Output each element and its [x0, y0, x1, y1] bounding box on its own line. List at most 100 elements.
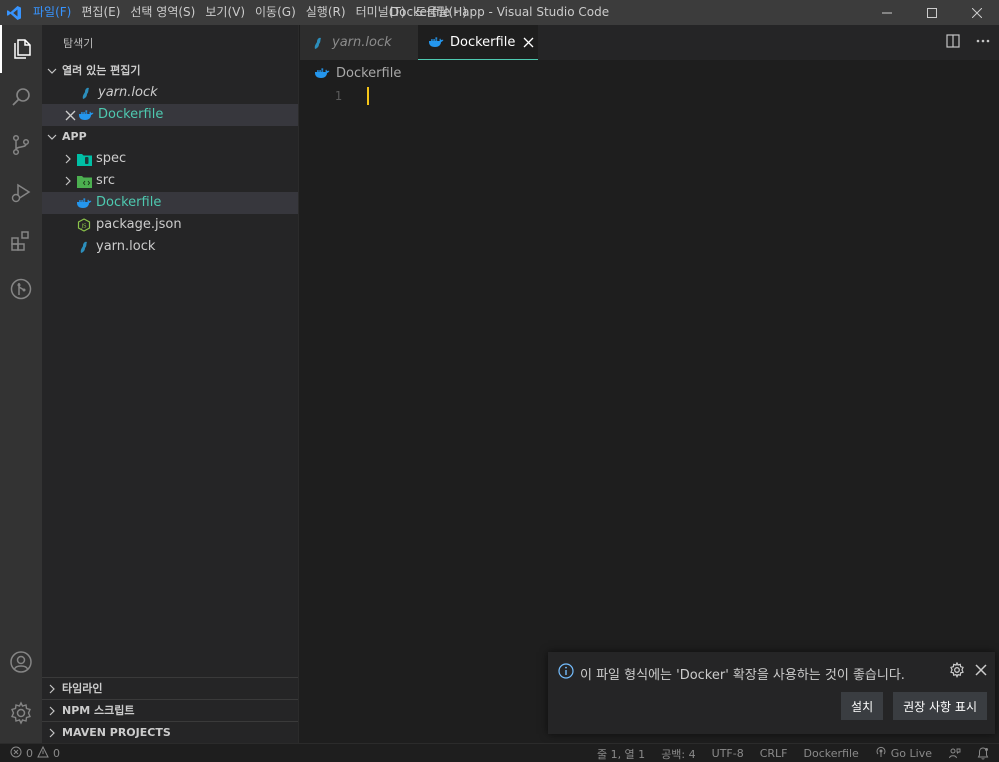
- close-icon: [971, 7, 982, 18]
- broadcast-icon: [875, 746, 887, 761]
- source-control-button[interactable]: [0, 121, 42, 169]
- error-icon: [10, 746, 22, 761]
- nodejs-icon: JS: [76, 217, 92, 233]
- problems-status[interactable]: 0 0: [0, 745, 60, 761]
- status-bar: 0 0 줄 1, 열 1 공백: 4 UTF-8 CRLF Dockerfile…: [0, 743, 999, 762]
- tree-item-label: spec: [96, 151, 127, 166]
- language-mode-status[interactable]: Dockerfile: [804, 747, 859, 760]
- tree-item-src[interactable]: src: [42, 170, 298, 192]
- git-graph-button[interactable]: [0, 265, 42, 313]
- chevron-right-icon: [42, 728, 62, 738]
- show-recommendations-button[interactable]: 권장 사항 표시: [893, 692, 987, 720]
- menu-view[interactable]: 보기(V): [200, 0, 250, 25]
- close-editor-icon[interactable]: [62, 107, 78, 123]
- title-bar: 파일(F) 편집(E) 선택 영역(S) 보기(V) 이동(G) 실행(R) 터…: [0, 0, 999, 25]
- encoding-status[interactable]: UTF-8: [712, 747, 744, 760]
- gear-icon: [11, 701, 31, 725]
- yarn-icon: [310, 35, 326, 51]
- go-live-button[interactable]: Go Live: [875, 746, 932, 761]
- yarn-icon: [78, 85, 94, 101]
- manage-button[interactable]: [0, 689, 42, 737]
- open-editor-item-dockerfile[interactable]: Dockerfile: [42, 104, 298, 126]
- notification-buttons: 설치 권장 사항 표시: [841, 692, 987, 720]
- app-folder-label: APP: [62, 130, 87, 143]
- docker-icon: [428, 34, 444, 50]
- app-folder-header[interactable]: APP: [42, 126, 298, 148]
- section-label: MAVEN PROJECTS: [62, 725, 171, 739]
- minimize-icon: [881, 12, 892, 13]
- editor-actions: [945, 25, 991, 60]
- extensions-icon: [11, 231, 29, 251]
- menu-bar: 파일(F) 편집(E) 선택 영역(S) 보기(V) 이동(G) 실행(R) 터…: [28, 0, 472, 25]
- tree-item-spec[interactable]: spec: [42, 148, 298, 170]
- close-icon[interactable]: [523, 37, 534, 48]
- code-line[interactable]: 1: [300, 86, 999, 105]
- minimize-button[interactable]: [864, 0, 909, 25]
- docker-icon: [76, 195, 92, 211]
- tree-item-label: Dockerfile: [96, 195, 162, 210]
- feedback-icon[interactable]: [948, 747, 961, 760]
- menu-run[interactable]: 실행(R): [301, 0, 351, 25]
- eol-status[interactable]: CRLF: [760, 747, 788, 760]
- tree-item-yarn-lock[interactable]: yarn.lock: [42, 236, 298, 258]
- menu-selection[interactable]: 선택 영역(S): [125, 0, 200, 25]
- docker-icon: [78, 107, 94, 123]
- open-editors-label: 열려 있는 편집기: [62, 64, 141, 77]
- tab-label: yarn.lock: [332, 35, 392, 50]
- account-icon: [10, 651, 32, 673]
- split-editor-icon[interactable]: [945, 33, 961, 53]
- folder-src-icon: [76, 173, 92, 189]
- sidebar-title: 탐색기: [63, 37, 94, 50]
- svg-text:JS: JS: [80, 224, 87, 230]
- menu-terminal[interactable]: 터미널(T): [351, 0, 411, 25]
- status-right: 줄 1, 열 1 공백: 4 UTF-8 CRLF Dockerfile Go …: [597, 744, 989, 762]
- explorer-button[interactable]: [0, 25, 42, 73]
- bell-icon[interactable]: [977, 747, 989, 760]
- tree-item-dockerfile[interactable]: Dockerfile: [42, 192, 298, 214]
- tree-item-package-json[interactable]: JS package.json: [42, 214, 298, 236]
- maven-projects-section-header[interactable]: MAVEN PROJECTS: [42, 721, 298, 743]
- open-editor-label: yarn.lock: [98, 85, 158, 100]
- npm-scripts-section-header[interactable]: NPM 스크립트: [42, 699, 298, 721]
- menu-file[interactable]: 파일(F): [28, 0, 76, 25]
- menu-edit[interactable]: 편집(E): [76, 0, 125, 25]
- close-window-button[interactable]: [954, 0, 999, 25]
- extension-recommendation-toast: 이 파일 형식에는 'Docker' 확장을 사용하는 것이 좋습니다. 설치 …: [548, 652, 995, 734]
- run-debug-button[interactable]: [0, 169, 42, 217]
- explorer-sidebar: 탐색기 열려 있는 편집기 yarn.lock Dockerfile APP s…: [42, 25, 299, 743]
- open-editor-item-yarn-lock[interactable]: yarn.lock: [42, 82, 298, 104]
- accounts-button[interactable]: [0, 638, 42, 686]
- gear-icon[interactable]: [949, 661, 965, 682]
- maximize-button[interactable]: [909, 0, 954, 25]
- install-button[interactable]: 설치: [841, 692, 884, 720]
- indentation-status[interactable]: 공백: 4: [661, 746, 695, 762]
- cursor-position-status[interactable]: 줄 1, 열 1: [597, 746, 645, 762]
- editor-tabs: yarn.lock Dockerfile: [300, 25, 999, 60]
- breadcrumb[interactable]: Dockerfile: [300, 60, 999, 86]
- tree-item-label: package.json: [96, 217, 182, 232]
- tab-yarn-lock[interactable]: yarn.lock: [300, 25, 418, 60]
- tab-dockerfile[interactable]: Dockerfile: [418, 25, 538, 60]
- text-cursor: [367, 86, 369, 105]
- search-icon: [12, 88, 30, 106]
- menu-go[interactable]: 이동(G): [250, 0, 301, 25]
- info-icon: [558, 663, 574, 683]
- sidebar-bottom-sections: 타임라인 NPM 스크립트 MAVEN PROJECTS: [42, 677, 298, 743]
- tab-label: Dockerfile: [450, 34, 516, 50]
- open-editor-label: Dockerfile: [98, 107, 164, 122]
- folder-test-icon: [76, 151, 92, 167]
- timeline-section-header[interactable]: 타임라인: [42, 677, 298, 699]
- search-button[interactable]: [0, 73, 42, 121]
- activity-bar: [0, 25, 42, 743]
- maximize-icon: [926, 7, 937, 18]
- yarn-icon: [76, 239, 92, 255]
- menu-help[interactable]: 도움말(H): [410, 0, 472, 25]
- chevron-right-icon: [42, 706, 62, 716]
- tree-item-label: src: [96, 173, 115, 188]
- close-icon[interactable]: [975, 664, 987, 680]
- more-actions-icon[interactable]: [975, 33, 991, 53]
- warning-icon: [37, 745, 49, 761]
- open-editors-header[interactable]: 열려 있는 편집기: [42, 60, 298, 82]
- extensions-button[interactable]: [0, 217, 42, 265]
- chevron-right-icon: [42, 684, 62, 694]
